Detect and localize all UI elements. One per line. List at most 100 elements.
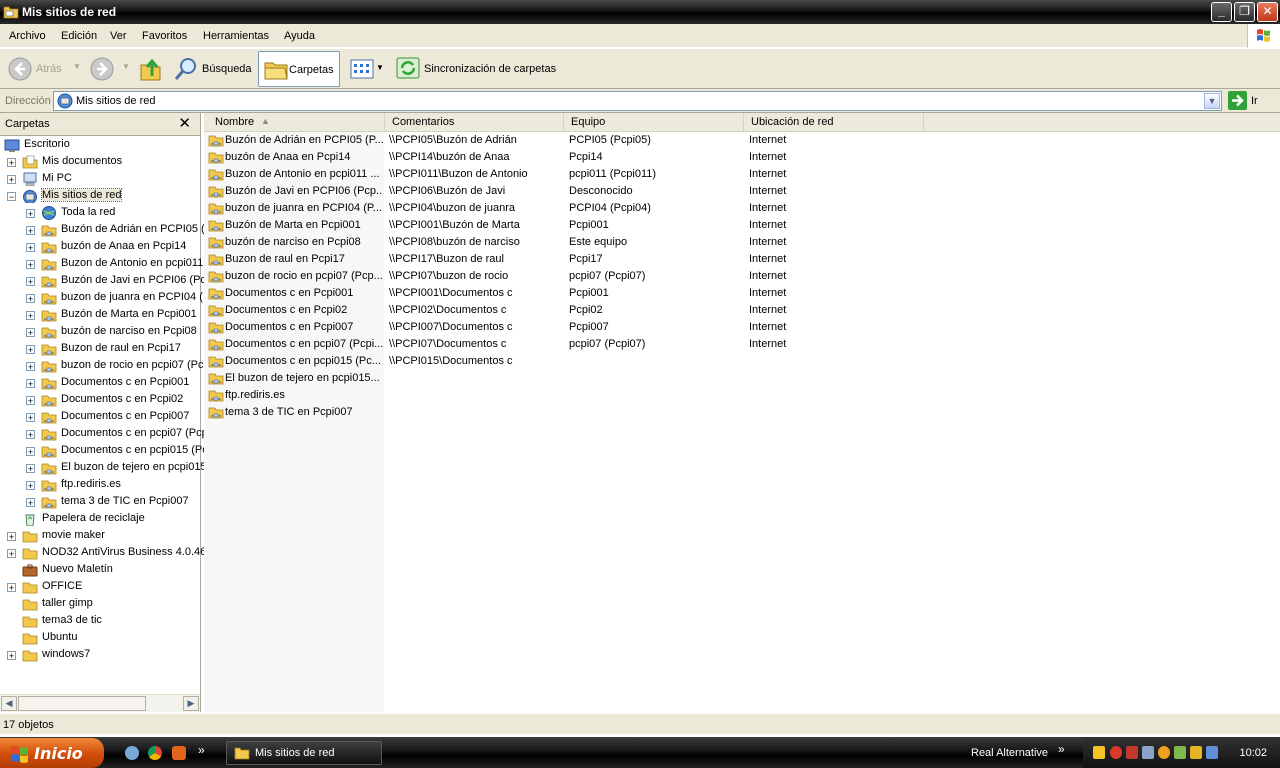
tree-item[interactable]: Escritorio xyxy=(0,137,200,154)
tree-item[interactable]: + buzón de Anaa en Pcpi14 xyxy=(0,239,200,256)
tree-item[interactable]: + Buzón de Marta en Pcpi001 xyxy=(0,307,200,324)
list-item[interactable]: Buzón de Adrián en PCPI05 (P... \\PCPI05\… xyxy=(204,132,1280,149)
expand-icon[interactable]: + xyxy=(26,413,35,423)
quicklaunch-chrome-icon[interactable] xyxy=(148,746,162,760)
antivirus-icon[interactable] xyxy=(1110,746,1122,759)
address-dropdown-icon[interactable]: ▼ xyxy=(1204,93,1220,109)
column-header-nombre[interactable]: Nombre ▲ xyxy=(204,113,385,131)
usb-icon[interactable] xyxy=(1174,746,1186,759)
column-header-equipo[interactable]: Equipo xyxy=(564,113,744,131)
tree-item[interactable]: tema3 de tic xyxy=(0,613,200,630)
scroll-right-icon[interactable]: ▶ xyxy=(183,696,199,711)
back-dropdown-icon[interactable]: ▼ xyxy=(73,62,81,71)
sync-folders-button[interactable]: Sincronización de carpetas xyxy=(396,56,566,82)
list-item[interactable]: buzon de juanra en PCPI04 (P... \\PCPI04\… xyxy=(204,200,1280,217)
keyboard-language-icon[interactable] xyxy=(1190,746,1202,759)
list-item[interactable]: buzón de narciso en Pcpi08 \\PCPI08\buzón… xyxy=(204,234,1280,251)
column-header-ubicacion[interactable]: Ubicación de red xyxy=(744,113,924,131)
tree-item[interactable]: + Toda la red xyxy=(0,205,200,222)
menu-archivo[interactable]: Archivo xyxy=(9,30,46,42)
views-button[interactable]: ▼ xyxy=(350,59,385,81)
menu-edicion[interactable]: Edición xyxy=(61,30,97,42)
list-item[interactable]: Documentos c en pcpi015 (Pc... \\PCPI015\… xyxy=(204,353,1280,370)
expand-icon[interactable]: + xyxy=(7,175,16,185)
expand-icon[interactable]: + xyxy=(26,430,35,440)
tree-item[interactable]: + Documentos c en Pcpi02 xyxy=(0,392,200,409)
tree-item[interactable]: + Documentos c en pcpi07 (Pcp xyxy=(0,426,208,443)
tree-item[interactable]: + Documentos c en pcpi015 (Pc xyxy=(0,443,208,460)
forward-dropdown-icon[interactable]: ▼ xyxy=(122,62,130,71)
maximize-button[interactable]: ❐ xyxy=(1234,2,1255,22)
tree-item[interactable]: + Mis documentos xyxy=(0,154,200,171)
tray-chevron-icon[interactable]: » xyxy=(1058,742,1065,756)
tree-item[interactable]: + tema 3 de TIC en Pcpi007 xyxy=(0,494,200,511)
expand-icon[interactable]: + xyxy=(7,651,16,661)
list-item[interactable]: El buzon de tejero en pcpi015... xyxy=(204,370,1280,387)
menu-ayuda[interactable]: Ayuda xyxy=(284,30,315,42)
title-bar[interactable]: Mis sitios de red _ ❐ ✕ xyxy=(0,0,1280,24)
up-folder-button[interactable] xyxy=(139,56,163,82)
tree-item[interactable]: + movie maker xyxy=(0,528,200,545)
search-button[interactable]: Búsqueda xyxy=(173,56,253,82)
tree-item[interactable]: + NOD32 AntiVirus Business 4.0.46 xyxy=(0,545,206,562)
list-item[interactable]: tema 3 de TIC en Pcpi007 xyxy=(204,404,1280,421)
expand-icon[interactable]: + xyxy=(7,532,16,542)
security-shield-icon[interactable] xyxy=(1093,746,1105,759)
horizontal-scrollbar[interactable]: ◀ ▶ xyxy=(0,694,200,712)
tree-item[interactable]: + Documentos c en Pcpi007 xyxy=(0,409,200,426)
back-button[interactable]: Atrás xyxy=(8,57,70,81)
menu-ver[interactable]: Ver xyxy=(110,30,127,42)
expand-icon[interactable]: + xyxy=(26,328,35,338)
expand-icon[interactable]: + xyxy=(26,498,35,508)
folders-button[interactable]: Carpetas xyxy=(258,51,340,87)
tree-item[interactable]: + windows7 xyxy=(0,647,200,664)
scroll-thumb[interactable] xyxy=(18,696,146,711)
expand-icon[interactable]: + xyxy=(26,481,35,491)
list-item[interactable]: Documentos c en Pcpi001 \\PCPI001\Documen… xyxy=(204,285,1280,302)
tree-item[interactable]: + buzón de narciso en Pcpi08 xyxy=(0,324,200,341)
column-header-comentarios[interactable]: Comentarios xyxy=(385,113,564,131)
collapse-icon[interactable]: − xyxy=(7,192,16,202)
forward-button[interactable] xyxy=(90,57,114,81)
expand-icon[interactable]: + xyxy=(7,549,16,559)
tree-item[interactable]: + OFFICE xyxy=(0,579,200,596)
expand-icon[interactable]: + xyxy=(26,379,35,389)
menu-herramientas[interactable]: Herramientas xyxy=(203,30,269,42)
expand-icon[interactable]: + xyxy=(26,345,35,355)
expand-icon[interactable]: + xyxy=(26,243,35,253)
quicklaunch-ie-icon[interactable] xyxy=(125,746,139,760)
display-icon[interactable] xyxy=(1206,746,1218,759)
start-button[interactable]: Inicio xyxy=(0,738,104,768)
tree-item[interactable]: + Documentos c en Pcpi001 xyxy=(0,375,200,392)
expand-icon[interactable]: + xyxy=(26,277,35,287)
expand-icon[interactable]: + xyxy=(26,294,35,304)
messenger-icon[interactable] xyxy=(1158,746,1170,759)
list-item[interactable]: Documentos c en Pcpi007 \\PCPI007\Documen… xyxy=(204,319,1280,336)
quicklaunch-chevron-icon[interactable]: » xyxy=(198,743,205,757)
quicklaunch-mail-icon[interactable] xyxy=(172,746,186,760)
scroll-left-icon[interactable]: ◀ xyxy=(1,696,17,711)
expand-icon[interactable]: + xyxy=(26,209,35,219)
network-tray-icon[interactable] xyxy=(1142,746,1154,759)
tree-item[interactable]: + El buzon de tejero en pcpi015 xyxy=(0,460,207,477)
list-item[interactable]: Buzón de Javi en PCPI06 (Pcp... \\PCPI06\… xyxy=(204,183,1280,200)
expand-icon[interactable]: + xyxy=(7,583,16,593)
go-button[interactable]: Ir xyxy=(1228,91,1272,111)
tree-item[interactable]: Nuevo Maletín xyxy=(0,562,200,579)
list-item[interactable]: buzon de rocio en pcpi07 (Pcp... \\PCPI07… xyxy=(204,268,1280,285)
tree-item[interactable]: + Buzón de Adrián en PCPI05 ( xyxy=(0,222,205,239)
volume-icon[interactable] xyxy=(1126,746,1138,759)
list-item[interactable]: Buzon de raul en Pcpi17 \\PCPI17\Buzon de… xyxy=(204,251,1280,268)
expand-icon[interactable]: + xyxy=(26,260,35,270)
list-item[interactable]: ftp.rediris.es xyxy=(204,387,1280,404)
tree-item[interactable]: − Mis sitios de red xyxy=(0,188,200,205)
expand-icon[interactable]: + xyxy=(26,311,35,321)
expand-icon[interactable]: + xyxy=(26,464,35,474)
tree-item[interactable]: Ubuntu xyxy=(0,630,200,647)
tree-item[interactable]: + Buzon de raul en Pcpi17 xyxy=(0,341,200,358)
list-item[interactable]: Documentos c en pcpi07 (Pcpi... \\PCPI07\… xyxy=(204,336,1280,353)
tree-item[interactable]: taller gimp xyxy=(0,596,200,613)
expand-icon[interactable]: + xyxy=(26,362,35,372)
minimize-button[interactable]: _ xyxy=(1211,2,1232,22)
tree-item[interactable]: Papelera de reciclaje xyxy=(0,511,200,528)
